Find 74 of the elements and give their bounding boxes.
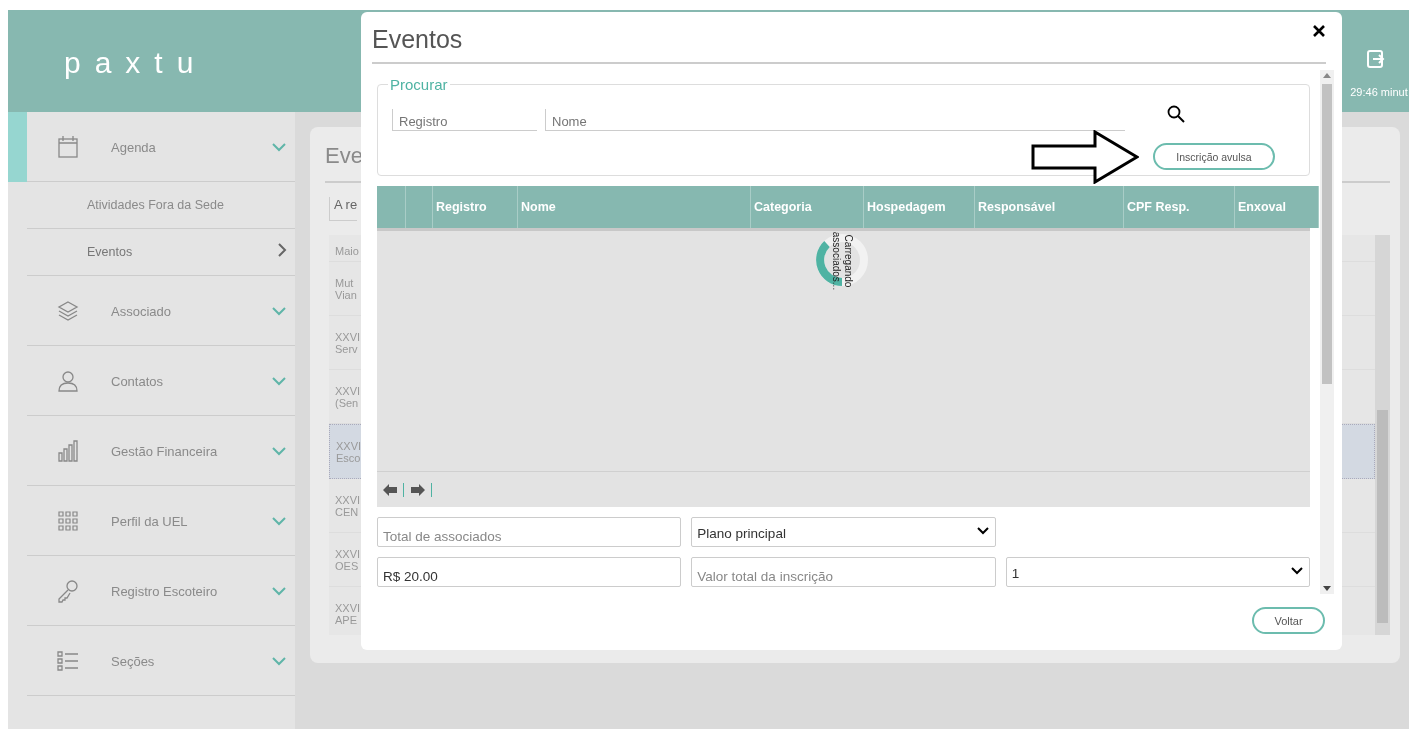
column-header: Nome: [517, 186, 751, 228]
arrow-right-icon[interactable]: [411, 483, 425, 496]
sidebar-label: Associado: [111, 303, 172, 319]
active-indicator: [8, 112, 27, 182]
list-icon: [56, 649, 80, 673]
row-text: APE: [335, 613, 357, 626]
session-timer: 29:46 minut: [1350, 86, 1408, 98]
sidebar-item[interactable]: Agenda: [8, 112, 295, 182]
row-text: XXVI: [336, 439, 362, 452]
sidebar-label: Registro Escoteiro: [111, 583, 219, 599]
sidebar-label: Agenda: [111, 139, 157, 155]
scrollbar[interactable]: [1320, 70, 1334, 594]
row-text: Maio: [335, 245, 359, 257]
chevron-down-icon: [975, 526, 990, 536]
search-field[interactable]: Nome: [545, 109, 1125, 131]
column-header: Responsável: [974, 186, 1124, 228]
row-text: XXVI: [335, 547, 361, 560]
person-icon: [56, 369, 80, 393]
filter-field[interactable]: A re: [329, 197, 358, 221]
row-text: Serv: [335, 342, 358, 355]
calendar-icon: [56, 135, 80, 159]
submenu-label: Eventos: [87, 245, 134, 259]
row-text: CEN: [335, 505, 359, 518]
row-text: XXVI: [335, 384, 361, 397]
search-field[interactable]: Registro: [392, 109, 537, 131]
row-text: OES: [335, 559, 359, 572]
column-header: Registro: [432, 186, 518, 228]
submenu-label: Atividades Fora da Sede: [87, 198, 225, 212]
sidebar-label: Contatos: [111, 373, 165, 389]
sidebar-label: Gestão Financeira: [111, 443, 219, 459]
bar-chart-icon: [56, 439, 80, 463]
close-icon: [1312, 24, 1326, 38]
chevron-down-icon: [271, 142, 287, 152]
separator-icon: [431, 482, 433, 497]
form-field[interactable]: Total de associados: [377, 517, 682, 547]
modal-title: Eventos: [372, 25, 463, 54]
row-text: Vian: [335, 288, 357, 301]
back-button[interactable]: Voltar: [1252, 607, 1325, 634]
layers-icon: [56, 299, 80, 323]
scroll-up-icon: [1323, 73, 1331, 78]
single-registration-button[interactable]: Inscrição avulsa: [1153, 143, 1275, 170]
separator-icon: [403, 482, 405, 497]
dropdown[interactable]: Plano principal: [691, 517, 996, 547]
form-field[interactable]: R$ 20.00: [377, 557, 682, 587]
sidebar-label: Perfil da UEL: [111, 513, 189, 529]
grid-icon: [56, 509, 80, 533]
chevron-down-icon: [1290, 566, 1304, 576]
chevron-down-icon: [271, 656, 287, 666]
column-header: Categoria: [750, 186, 864, 228]
row-text: Esco: [336, 451, 361, 464]
search-icon[interactable]: [1167, 105, 1185, 123]
chevron-down-icon: [271, 376, 287, 386]
key-icon: [56, 579, 80, 603]
loading-text: Carregando associados...: [830, 230, 854, 292]
chevron-down-icon: [271, 446, 287, 456]
chevron-right-icon: [277, 242, 287, 258]
chevron-down-icon: [271, 586, 287, 596]
form-field[interactable]: Valor total da inscrição: [691, 557, 996, 587]
row-text: XXVI: [335, 330, 361, 343]
column-header: CPF Resp.: [1123, 186, 1235, 228]
chevron-down-icon: [271, 516, 287, 526]
logo: paxtu: [64, 46, 208, 81]
row-text: (Sen: [335, 396, 359, 409]
sidebar-label: Seções: [111, 653, 156, 669]
chevron-down-icon: [271, 306, 287, 316]
row-text: Mut: [335, 276, 354, 289]
column-header: Hospedagem: [863, 186, 975, 228]
dropdown[interactable]: 1: [1005, 557, 1310, 587]
column-header: Enxoval: [1234, 186, 1319, 228]
row-text: XXVI: [335, 493, 361, 506]
search-legend: Procurar: [388, 76, 450, 93]
scrollbar[interactable]: [1375, 235, 1390, 635]
arrow-left-icon[interactable]: [383, 483, 397, 496]
row-text: XXVI: [335, 601, 361, 614]
